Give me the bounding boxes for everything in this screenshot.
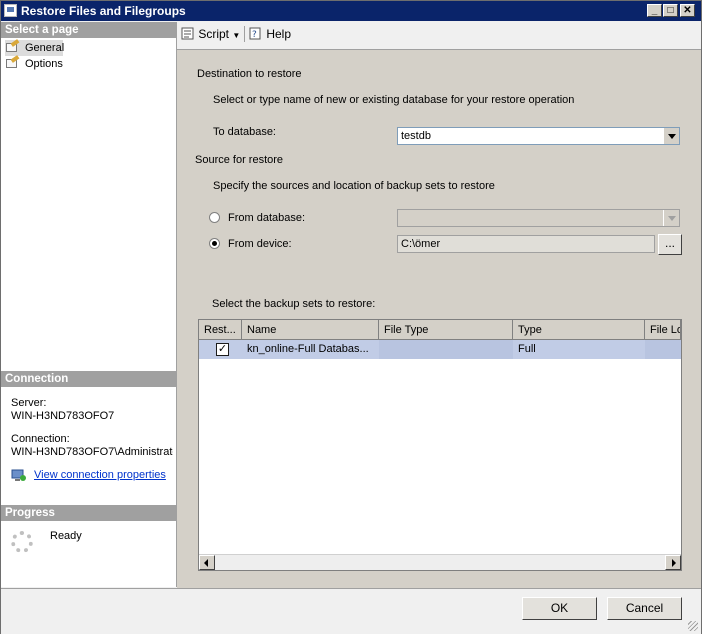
- from-device-value: C:\ömer: [401, 238, 441, 250]
- toolbar-divider: [244, 26, 245, 42]
- chevron-down-icon[interactable]: [663, 128, 679, 144]
- dialog-button-bar: OK Cancel: [1, 588, 701, 634]
- column-header-file-location[interactable]: File Lo: [645, 320, 681, 340]
- from-database-radio[interactable]: [209, 212, 220, 223]
- left-pane: Select a page General Options Connection…: [1, 22, 177, 587]
- to-database-value: testdb: [401, 130, 431, 142]
- source-instruction: Specify the sources and location of back…: [213, 180, 495, 192]
- script-label: Script: [198, 27, 230, 41]
- to-database-label: To database:: [213, 126, 276, 138]
- from-device-radio[interactable]: [209, 238, 220, 249]
- row-name: kn_online-Full Databas...: [247, 343, 369, 355]
- title-bar[interactable]: Restore Files and Filegroups _ □ ✕: [1, 1, 701, 21]
- help-label: Help: [266, 27, 292, 41]
- page-label: Options: [25, 58, 63, 70]
- from-device-label: From device:: [228, 238, 292, 250]
- script-button[interactable]: Script ▼: [181, 27, 240, 41]
- to-database-combobox[interactable]: testdb: [397, 127, 680, 145]
- app-icon: [4, 4, 17, 17]
- chevron-down-icon[interactable]: [663, 210, 679, 226]
- close-icon[interactable]: ✕: [680, 4, 695, 17]
- scroll-left-icon[interactable]: [199, 555, 215, 570]
- column-header-restore[interactable]: Rest...: [199, 320, 242, 340]
- from-database-label: From database:: [228, 212, 306, 224]
- progress-header: Progress: [1, 505, 176, 521]
- column-header-file-type[interactable]: File Type: [379, 320, 513, 340]
- server-label: Server:: [11, 397, 47, 409]
- maximize-icon[interactable]: □: [663, 4, 678, 17]
- row-type: Full: [518, 343, 536, 355]
- page-icon: [5, 41, 21, 53]
- restore-dialog-window: Restore Files and Filegroups _ □ ✕ Selec…: [0, 0, 702, 634]
- minimize-icon[interactable]: _: [647, 4, 662, 17]
- toolbar: Script ▼ ? Help: [177, 22, 701, 48]
- backup-sets-label: Select the backup sets to restore:: [212, 298, 376, 310]
- page-label: General: [25, 42, 65, 54]
- page-icon: [5, 57, 21, 69]
- cancel-button[interactable]: Cancel: [607, 597, 682, 620]
- progress-status: Ready: [50, 530, 82, 542]
- help-icon: ?: [249, 27, 263, 40]
- browse-device-button[interactable]: ...: [658, 234, 682, 255]
- help-button[interactable]: ? Help: [249, 27, 291, 41]
- destination-section-label: Destination to restore: [197, 68, 302, 80]
- connection-label: Connection:: [11, 433, 70, 445]
- select-page-header: Select a page: [1, 22, 176, 38]
- page-item-general[interactable]: General: [5, 40, 65, 56]
- from-database-combobox[interactable]: [397, 209, 680, 227]
- horizontal-scrollbar[interactable]: [199, 554, 681, 570]
- page-item-options[interactable]: Options: [5, 56, 63, 72]
- restore-checkbox[interactable]: ✓: [216, 343, 229, 356]
- row-file-type: [379, 340, 513, 359]
- resize-grip-icon[interactable]: [688, 621, 698, 631]
- progress-spinner-icon: [11, 531, 33, 553]
- svg-text:?: ?: [252, 30, 257, 40]
- source-section-label: Source for restore: [195, 154, 284, 166]
- column-header-type[interactable]: Type: [513, 320, 645, 340]
- row-file-location: [645, 340, 681, 359]
- backup-sets-grid[interactable]: Rest... Name File Type Type File Lo ✓ kn…: [198, 319, 682, 571]
- view-connection-properties-link[interactable]: View connection properties: [34, 469, 166, 481]
- scroll-right-icon[interactable]: [665, 555, 681, 570]
- server-value: WIN-H3ND783OFO7: [11, 410, 115, 422]
- from-device-path-field[interactable]: C:\ömer: [397, 235, 655, 253]
- script-icon: [181, 27, 195, 40]
- chevron-down-icon[interactable]: ▼: [232, 31, 240, 40]
- column-header-name[interactable]: Name: [242, 320, 379, 340]
- connection-header: Connection: [1, 371, 176, 387]
- connection-properties-icon: [11, 469, 27, 482]
- window-title: Restore Files and Filegroups: [21, 4, 186, 18]
- ok-button[interactable]: OK: [522, 597, 597, 620]
- connection-value: WIN-H3ND783OFO7\Administrato: [11, 446, 173, 458]
- destination-instruction: Select or type name of new or existing d…: [213, 94, 575, 106]
